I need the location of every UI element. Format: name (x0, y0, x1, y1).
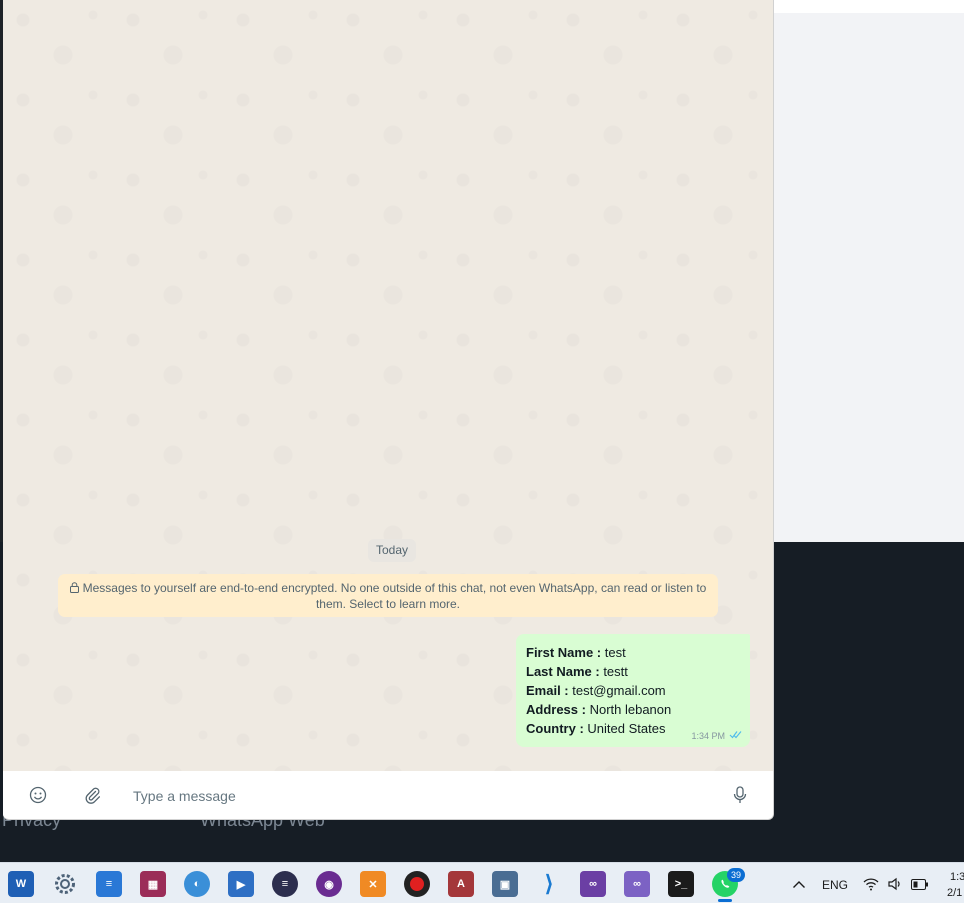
tor-browser-icon[interactable]: ◉ (316, 871, 342, 897)
background-light-panel (774, 0, 964, 542)
notepad-icon[interactable]: ≡ (96, 871, 122, 897)
winrar-icon[interactable]: ▦ (140, 871, 166, 897)
language-indicator[interactable]: ENG (822, 878, 848, 892)
field-label: Address : (526, 702, 586, 717)
field-label: Country : (526, 721, 584, 736)
clock-date[interactable]: 2/1 (947, 887, 962, 899)
field-value: North lebanon (585, 702, 672, 717)
chat-message-area[interactable]: Today Messages to yourself are end-to-en… (3, 0, 773, 771)
access-icon[interactable]: A (448, 871, 474, 897)
rdp-icon[interactable]: ▣ (492, 871, 518, 897)
record-dot (410, 877, 424, 891)
whatsapp-chat-window: Today Messages to yourself are end-to-en… (3, 0, 774, 820)
mic-icon[interactable] (729, 784, 751, 806)
message-composer (3, 771, 773, 819)
obs-icon[interactable] (404, 871, 430, 897)
terminal-icon[interactable]: >_ (668, 871, 694, 897)
background-top-strip (774, 0, 964, 13)
message-time: 1:34 PM (691, 730, 725, 741)
media-player-icon[interactable]: ▶ (228, 871, 254, 897)
whatsapp-unread-badge: 39 (727, 868, 745, 882)
outgoing-message-bubble[interactable]: First Name : test Last Name : testt Emai… (516, 634, 750, 747)
eclipse-icon[interactable]: ≡ (272, 871, 298, 897)
attach-icon[interactable] (81, 784, 103, 806)
message-input[interactable] (133, 782, 713, 810)
battery-icon[interactable] (911, 879, 929, 893)
field-label: Last Name : (526, 664, 600, 679)
clock-time[interactable]: 1:3 (950, 871, 964, 883)
vscode-icon[interactable]: ⟩ (536, 871, 562, 897)
lock-icon (69, 582, 79, 597)
encryption-notice-text: Messages to yourself are end-to-end encr… (82, 581, 707, 611)
field-value: test (601, 645, 626, 660)
field-value: test@gmail.com (568, 683, 666, 698)
message-line-last-name: Last Name : testt (526, 662, 740, 681)
double-check-icon (729, 730, 742, 741)
wifi-icon[interactable] (863, 877, 879, 894)
message-meta: 1:34 PM (691, 730, 742, 741)
field-value: United States (583, 721, 666, 736)
date-chip: Today (368, 539, 417, 562)
word-icon[interactable]: W (8, 871, 34, 897)
settings-icon[interactable] (52, 871, 78, 897)
browser-icon[interactable]: ◐ (184, 871, 210, 897)
volume-icon[interactable] (887, 877, 903, 894)
field-label: Email : (526, 683, 569, 698)
message-line-email: Email : test@gmail.com (526, 681, 740, 700)
message-line-address: Address : North lebanon (526, 700, 740, 719)
visual-studio-preview-icon[interactable]: ∞ (624, 871, 650, 897)
chevron-up-icon[interactable] (792, 876, 806, 892)
emoji-icon[interactable] (27, 784, 49, 806)
visual-studio-icon[interactable]: ∞ (580, 871, 606, 897)
xampp-icon[interactable]: ✕ (360, 871, 386, 897)
message-line-first-name: First Name : test (526, 643, 740, 662)
field-value: testt (599, 664, 628, 679)
active-app-indicator (718, 899, 732, 902)
encryption-notice[interactable]: Messages to yourself are end-to-end encr… (58, 574, 718, 617)
windows-taskbar: W ≡ ▦ ◐ ▶ ≡ ◉ ✕ A ▣ ⟩ ∞ ∞ >_ (0, 862, 964, 903)
field-label: First Name : (526, 645, 602, 660)
